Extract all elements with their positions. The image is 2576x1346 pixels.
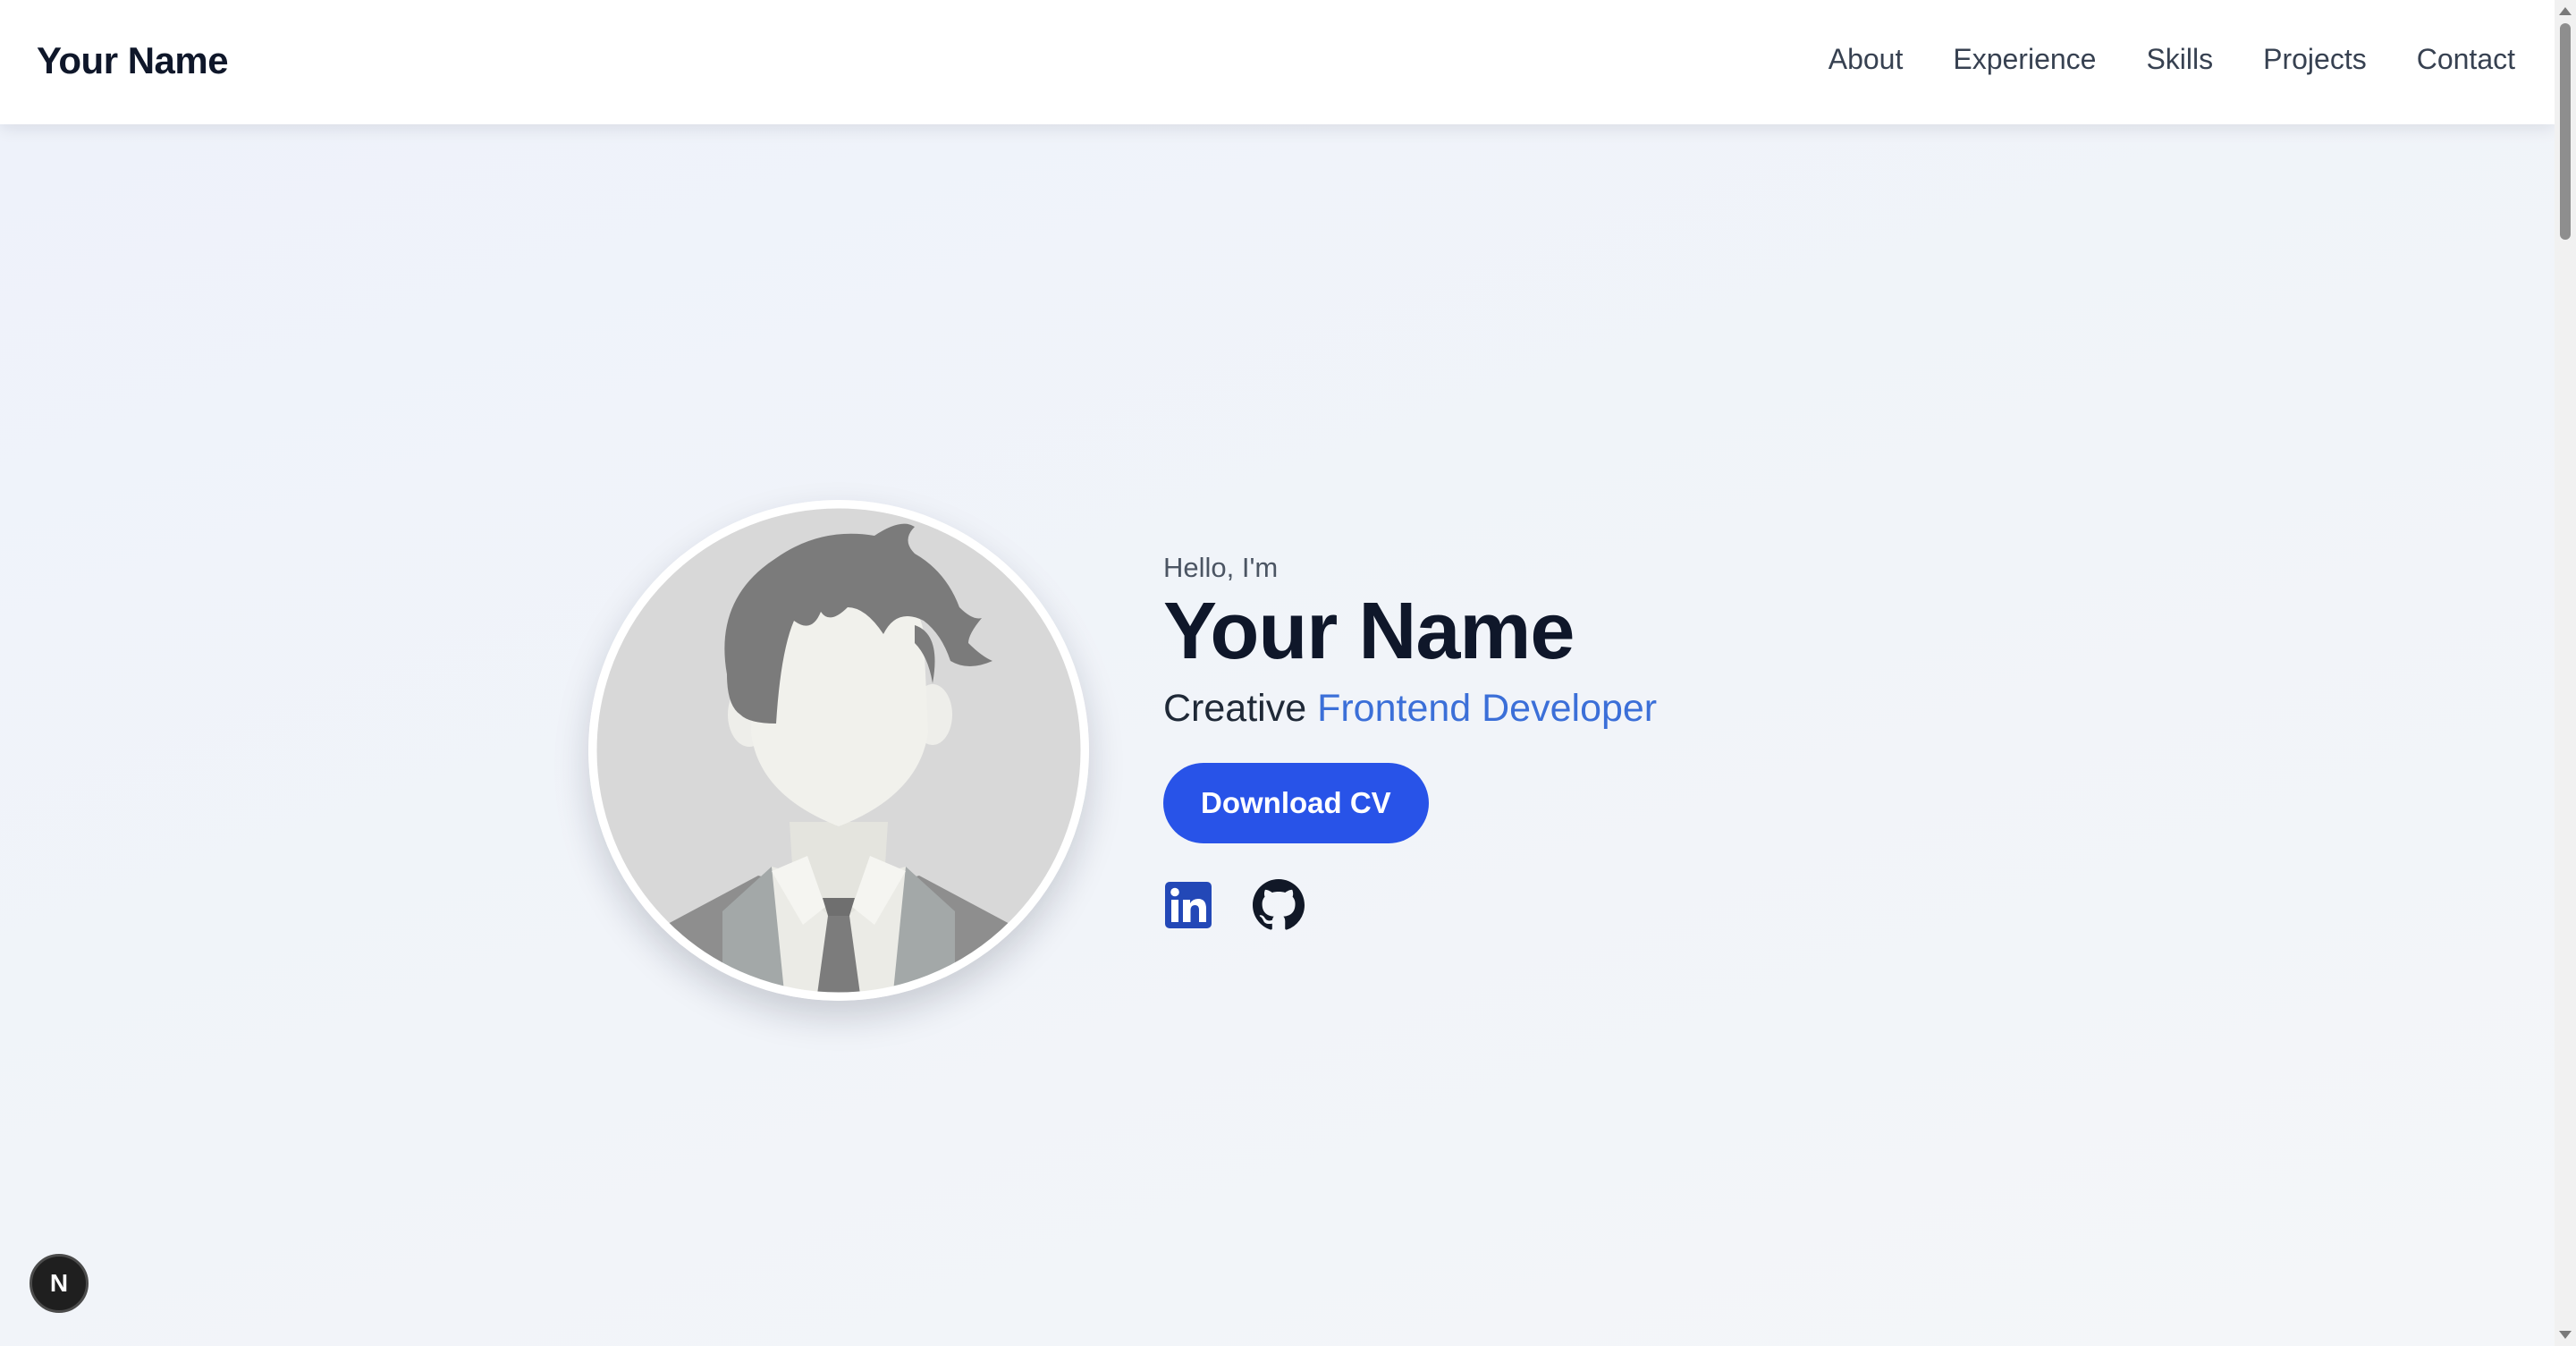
nav-links: About Experience Skills Projects Contact (1829, 43, 2515, 76)
nav-link-skills[interactable]: Skills (2146, 43, 2213, 76)
greeting-text: Hello, I'm (1163, 552, 1279, 583)
role-highlight: Frontend Developer (1317, 686, 1658, 730)
nav-link-about[interactable]: About (1829, 43, 1904, 76)
vertical-scrollbar[interactable] (2555, 0, 2576, 1346)
scroll-down-arrow[interactable] (2559, 1331, 2572, 1339)
hero-name-heading: Your Name (1163, 587, 1575, 676)
role-line: Creative Frontend Developer (1163, 687, 1657, 731)
nav-link-experience[interactable]: Experience (1953, 43, 2096, 76)
linkedin-icon (1165, 881, 1212, 928)
linkedin-link[interactable] (1163, 880, 1213, 935)
scroll-up-arrow[interactable] (2559, 7, 2572, 15)
scroll-thumb[interactable] (2560, 23, 2571, 240)
profile-avatar (588, 500, 1089, 1001)
social-links (1163, 878, 1657, 935)
download-cv-button[interactable]: Download CV (1163, 762, 1429, 843)
top-navbar: Your Name About Experience Skills Projec… (0, 0, 2555, 124)
github-link[interactable] (1253, 878, 1305, 935)
nextjs-dev-badge[interactable]: N (30, 1254, 89, 1313)
brand-logo[interactable]: Your Name (37, 39, 229, 82)
nav-link-contact[interactable]: Contact (2417, 43, 2515, 76)
hero-text: Hello, I'm Your Name Creative Frontend D… (1163, 552, 1657, 935)
avatar-illustration (588, 500, 1089, 1001)
role-prefix: Creative (1163, 686, 1307, 730)
hero-section: Hello, I'm Your Name Creative Frontend D… (0, 124, 2555, 1346)
nav-link-projects[interactable]: Projects (2263, 43, 2367, 76)
github-icon (1253, 878, 1305, 930)
